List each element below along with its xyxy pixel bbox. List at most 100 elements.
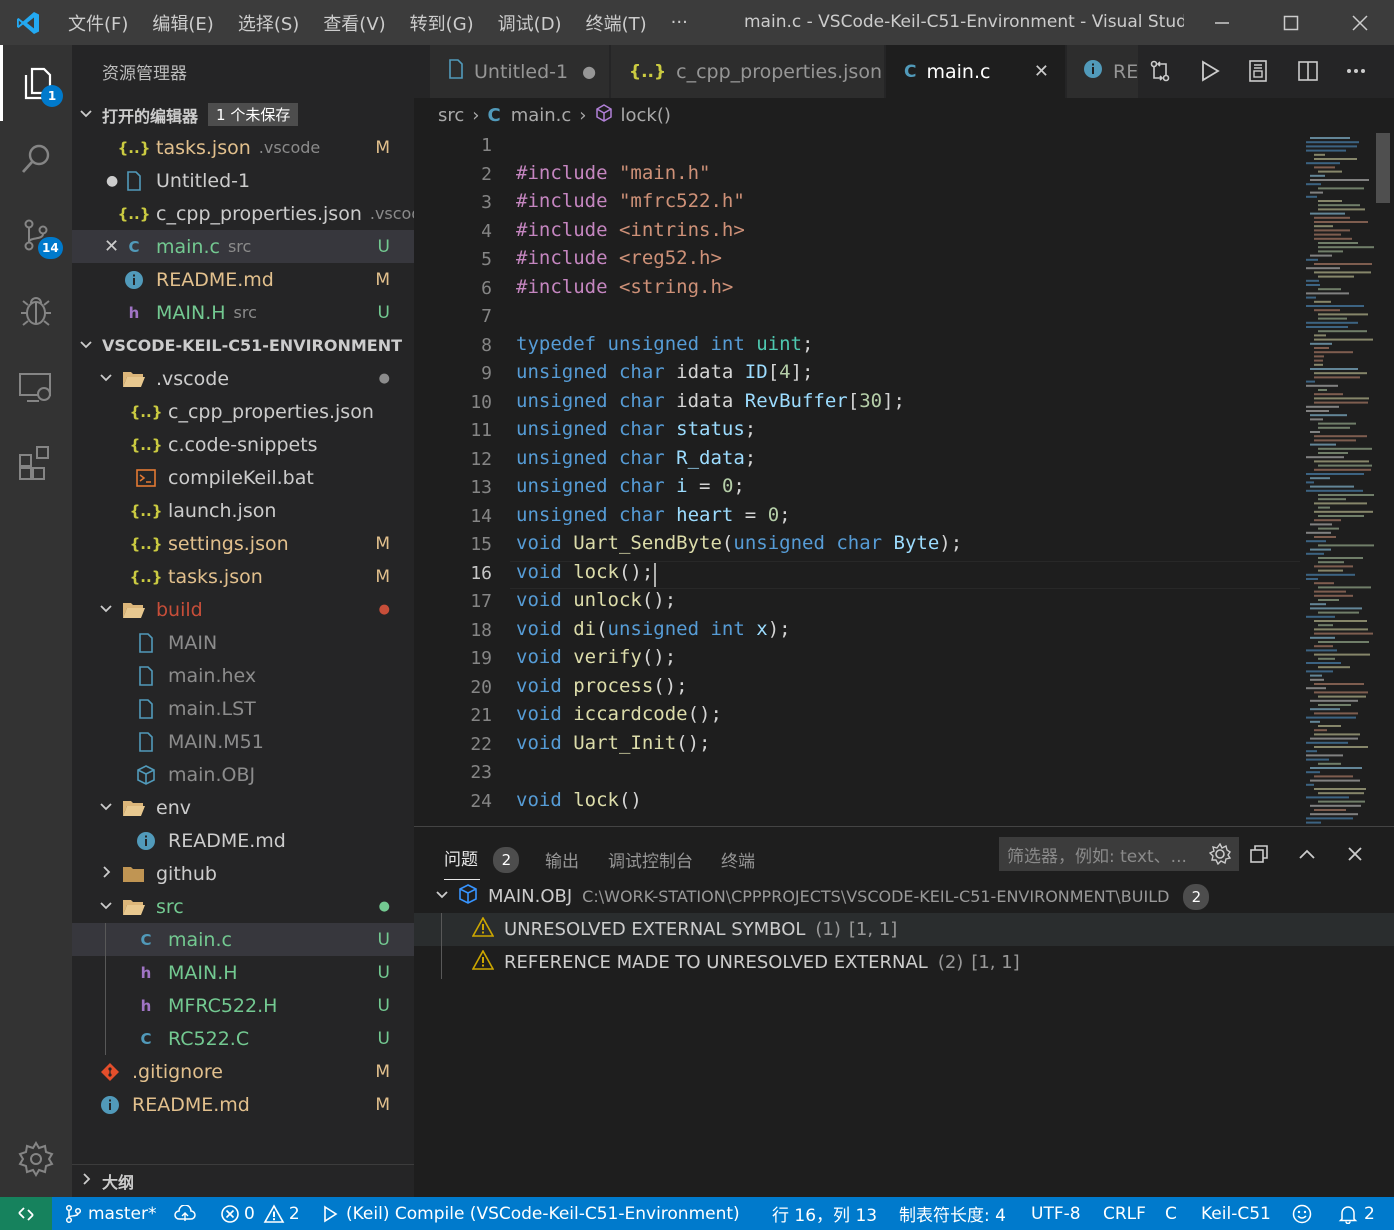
cursor-position[interactable]: 行 16，列 13 (772, 1197, 877, 1230)
file-item[interactable]: C RC522.C U (72, 1022, 414, 1055)
file-item[interactable]: main.hex (72, 659, 414, 692)
tab-untitled-1[interactable]: Untitled-1 ● (430, 45, 610, 98)
tab-readme[interactable]: RE (1067, 45, 1139, 98)
menu-item[interactable]: 编辑(E) (140, 10, 225, 36)
tab-output[interactable]: 输出 (545, 847, 579, 872)
outline-header[interactable]: 大纲 (72, 1164, 414, 1197)
breadcrumb-folder[interactable]: src (438, 105, 464, 126)
problems-indicator[interactable]: 0 2 (220, 1197, 300, 1230)
close-tab-icon[interactable]: ✕ (1034, 61, 1049, 82)
open-editor-item[interactable]: {..} c_cpp_properties.json .vscode (72, 197, 414, 230)
tab-problems[interactable]: 问题 2 (444, 845, 520, 880)
file-item[interactable]: {..} tasks.json M (72, 560, 414, 593)
folder-item[interactable]: github (72, 857, 414, 890)
language-indicator[interactable]: C (1165, 1197, 1177, 1230)
menu-item[interactable]: 文件(F) (56, 10, 140, 36)
folder-item[interactable]: env (72, 791, 414, 824)
menu-item[interactable]: 选择(S) (226, 10, 311, 36)
menu-item[interactable]: 终端(T) (574, 10, 659, 36)
filter-input[interactable]: 筛选器，例如: text、... (999, 837, 1239, 871)
code-editor[interactable]: 1 2 #include "main.h" 3 #include "mfrc522.h"… (414, 133, 1394, 826)
tab-terminal[interactable]: 终端 (721, 847, 755, 872)
git-compare-icon[interactable] (1148, 59, 1172, 87)
tab-debug-console[interactable]: 调试控制台 (608, 847, 693, 872)
file-item[interactable]: {..} launch.json (72, 494, 414, 527)
encoding-indicator[interactable]: UTF-8 (1031, 1197, 1081, 1230)
open-editors-header[interactable]: 打开的编辑器 1 个未保存 (72, 98, 414, 131)
eol-indicator[interactable]: CRLF (1103, 1197, 1146, 1230)
code-line: unsigned char idata RevBuffer[30]; (516, 390, 905, 412)
folder-item[interactable]: src ● (72, 890, 414, 923)
file-item[interactable]: README.md (72, 824, 414, 857)
breadcrumb-file[interactable]: main.c (511, 105, 572, 126)
file-item[interactable]: h MFRC522.H U (72, 989, 414, 1022)
problem-row[interactable]: UNRESOLVED EXTERNAL SYMBOL (1) [1, 1] (414, 913, 1394, 979)
more-actions-icon[interactable] (1344, 59, 1368, 87)
scrollbar-thumb[interactable] (1376, 133, 1390, 203)
tab-main-c[interactable]: C main.c ✕ (886, 45, 1066, 98)
file-item[interactable]: main.LST (72, 692, 414, 725)
open-editor-item[interactable]: h MAIN.H src U (72, 296, 414, 329)
file-item[interactable]: {..} settings.json M (72, 527, 414, 560)
file-item[interactable]: README.md M (72, 1088, 414, 1121)
open-editor-item[interactable]: ● Untitled-1 (72, 164, 414, 197)
split-editor-icon[interactable] (1296, 59, 1320, 87)
file-item[interactable]: .gitignore M (72, 1055, 414, 1088)
branch-indicator[interactable]: master* (64, 1197, 156, 1230)
editor-scrollbar[interactable] (1374, 133, 1394, 826)
remote-explorer-icon[interactable] (0, 349, 72, 425)
open-editor-item[interactable]: ✕ Cmain.c src U (72, 230, 414, 263)
search-icon[interactable] (0, 121, 72, 197)
feedback-button[interactable] (1292, 1197, 1312, 1230)
menu-item[interactable]: ··· (659, 12, 700, 33)
close-editor-icon[interactable]: ✕ (104, 236, 119, 257)
vscode-logo-icon (0, 0, 56, 45)
close-window-button[interactable] (1326, 0, 1394, 45)
explorer-icon[interactable]: 1 (0, 45, 72, 121)
collapse-all-icon[interactable] (1248, 843, 1270, 869)
filter-settings-icon[interactable] (1208, 842, 1232, 870)
file-item[interactable]: main.OBJ (72, 758, 414, 791)
problem-file-row[interactable]: MAIN.OBJ C:\WORK-STATION\CPPPROJECTS\VSC… (414, 880, 1394, 913)
menu-item[interactable]: 转到(G) (398, 10, 486, 36)
open-editor-item[interactable]: {..} tasks.json .vscode M (72, 131, 414, 164)
file-item[interactable]: MAIN (72, 626, 414, 659)
file-item[interactable]: {..} c.code-snippets (72, 428, 414, 461)
task-indicator[interactable]: (Keil) Compile (VSCode-Keil-C51-Environm… (322, 1197, 740, 1230)
debug-icon[interactable] (0, 273, 72, 349)
extensions-icon[interactable] (0, 425, 72, 501)
tab-c-cpp-properties[interactable]: {..} c_cpp_properties.json (611, 45, 885, 98)
file-item[interactable]: h MAIN.H U (72, 956, 414, 989)
open-editor-item[interactable]: README.md M (72, 263, 414, 296)
error-count: 0 (244, 1203, 255, 1224)
remote-indicator[interactable] (0, 1197, 52, 1230)
minimize-button[interactable] (1188, 0, 1256, 45)
folder-item[interactable]: .vscode ● (72, 362, 414, 395)
open-editor-name: Untitled-1 (156, 169, 251, 192)
menu-item[interactable]: 调试(D) (486, 10, 574, 36)
folder-item[interactable]: build ● (72, 593, 414, 626)
tab-size-indicator[interactable]: 制表符长度: 4 (899, 1197, 1006, 1230)
breadcrumb-symbol[interactable]: lock() (621, 105, 671, 126)
settings-gear-icon[interactable] (0, 1121, 72, 1197)
file-item[interactable]: compileKeil.bat (72, 461, 414, 494)
json-icon: {..} (129, 402, 163, 421)
maximize-panel-icon[interactable] (1296, 843, 1318, 869)
c-file-icon: C (140, 1029, 152, 1048)
close-panel-icon[interactable] (1344, 843, 1366, 869)
notifications-button[interactable]: 2 (1338, 1197, 1375, 1230)
source-control-icon[interactable]: 14 (0, 197, 72, 273)
line-number: 20 (470, 676, 492, 698)
config-indicator[interactable]: Keil-C51 (1201, 1197, 1271, 1230)
minimap[interactable] (1304, 133, 1378, 826)
open-preview-icon[interactable] (1246, 59, 1270, 87)
run-icon[interactable] (1198, 59, 1222, 87)
problem-row[interactable]: REFERENCE MADE TO UNRESOLVED EXTERNAL (2… (414, 946, 1394, 979)
menu-item[interactable]: 查看(V) (311, 10, 397, 36)
file-item[interactable]: MAIN.M51 (72, 725, 414, 758)
sync-button[interactable] (174, 1197, 196, 1230)
maximize-button[interactable] (1257, 0, 1325, 45)
project-header[interactable]: VSCODE-KEIL-C51-ENVIRONMENT (72, 329, 414, 362)
file-item[interactable]: Cmain.c U (72, 923, 414, 956)
file-item[interactable]: {..} c_cpp_properties.json (72, 395, 414, 428)
